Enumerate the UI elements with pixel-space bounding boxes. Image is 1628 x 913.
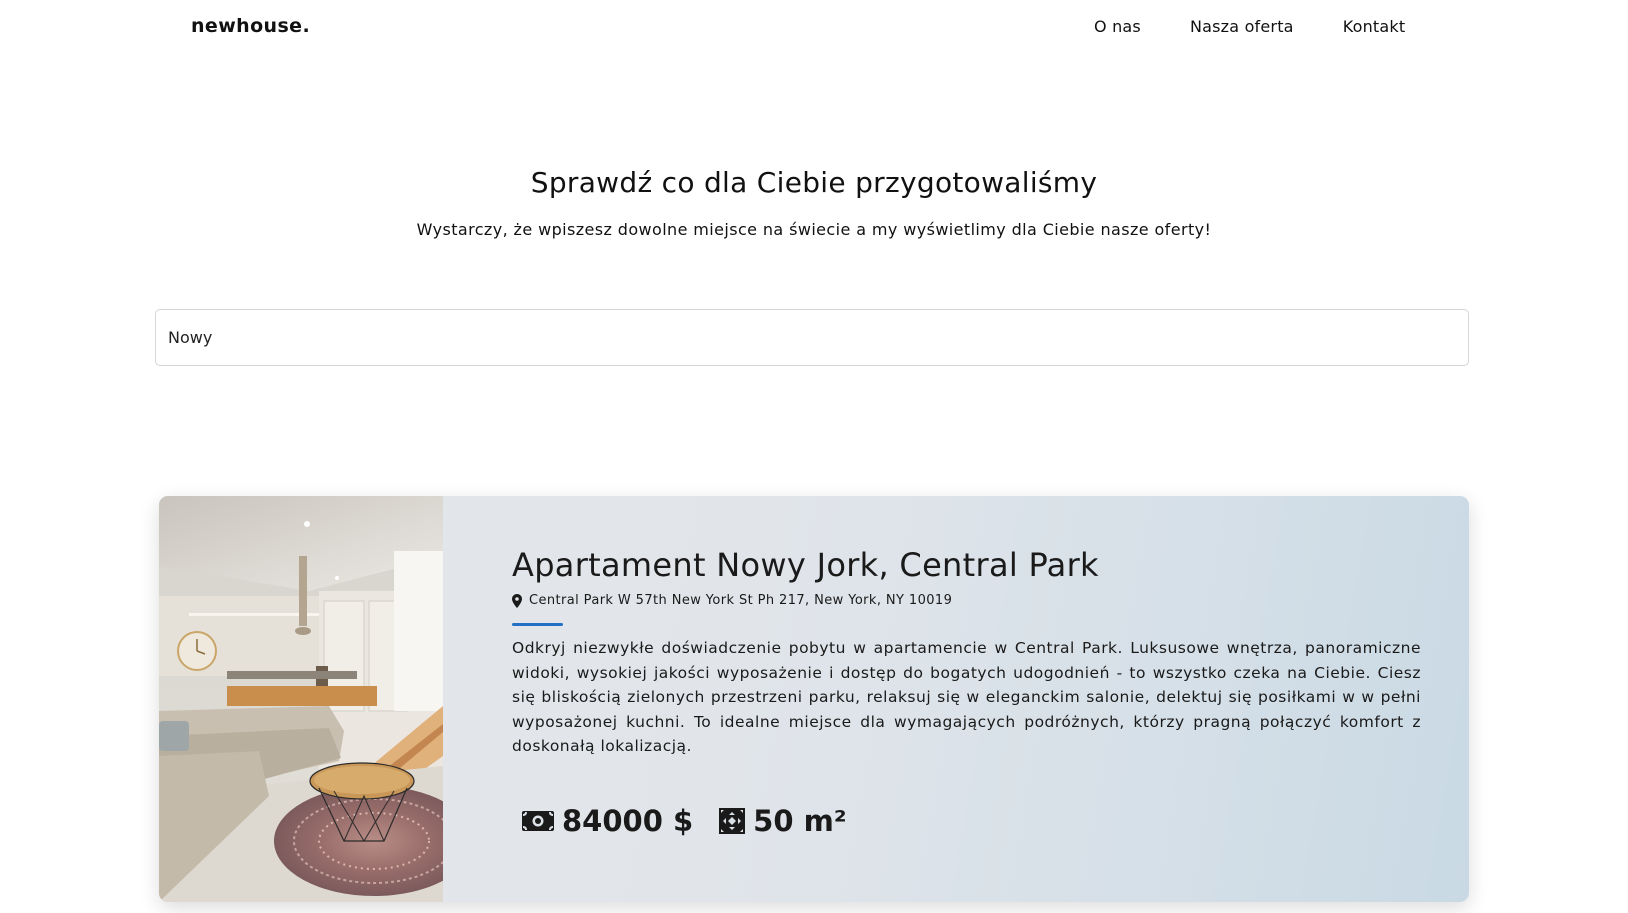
expand-arrows-icon (719, 808, 746, 834)
navbar: newhouse. O nas Nasza oferta Kontakt (0, 0, 1628, 56)
money-bill-icon (522, 811, 554, 831)
nav-link-contact[interactable]: Kontakt (1343, 17, 1406, 36)
search-input[interactable] (155, 309, 1469, 366)
hero-subtitle: Wystarczy, że wpiszesz dowolne miejsce n… (416, 220, 1212, 239)
area-stat: 50 m² (719, 804, 847, 838)
map-pin-icon (512, 593, 522, 608)
listing-address: Central Park W 57th New York St Ph 217, … (512, 593, 952, 608)
nav-link-about[interactable]: O nas (1094, 17, 1141, 36)
listing-title[interactable]: Apartament Nowy Jork, Central Park (512, 546, 1099, 584)
price-value: 84000 $ (562, 804, 694, 838)
nav-link-offer[interactable]: Nasza oferta (1190, 17, 1294, 36)
listing-card[interactable]: Apartament Nowy Jork, Central Park Centr… (159, 496, 1469, 902)
listing-address-text: Central Park W 57th New York St Ph 217, … (529, 593, 953, 608)
title-accent-divider (512, 623, 563, 626)
listing-photo[interactable] (159, 496, 474, 902)
listing-description: Odkryj niezwykłe doświadczenie pobytu w … (512, 639, 1421, 755)
listing-details: Apartament Nowy Jork, Central Park Centr… (443, 496, 1469, 902)
price-stat: 84000 $ (522, 804, 693, 838)
listing-stats: 84000 $ 50 m² (522, 804, 847, 838)
brand-logo[interactable]: newhouse. (191, 15, 310, 37)
hero-title: Sprawdź co dla Ciebie przygotowaliśmy (530, 166, 1098, 199)
nav-links: O nas Nasza oferta Kontakt (1094, 17, 1405, 36)
area-value: 50 m² (753, 804, 847, 838)
